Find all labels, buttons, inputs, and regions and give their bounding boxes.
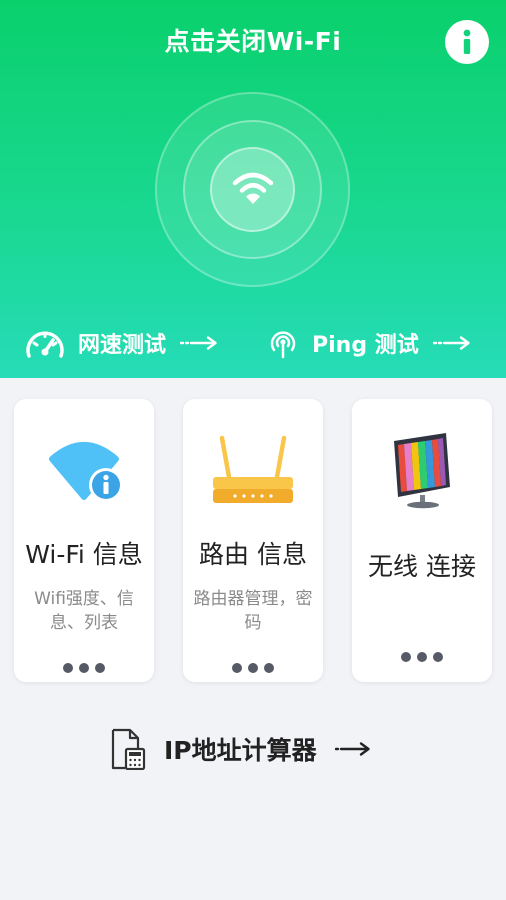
ping-test-link[interactable]: Ping 测试 xyxy=(266,322,471,364)
wifi-toggle-button[interactable] xyxy=(210,147,295,232)
arrow-right-icon xyxy=(432,335,471,351)
calculator-document-icon xyxy=(111,728,146,770)
arrow-right-icon xyxy=(180,335,218,351)
card-description: 路由器管理，密码 xyxy=(193,589,313,633)
ping-signal-icon xyxy=(270,331,296,359)
card-description: Wifi强度、信息、列表 xyxy=(34,589,134,633)
speed-test-label: 网速测试 xyxy=(78,333,167,358)
speedometer-icon xyxy=(26,331,64,358)
more-dots-icon xyxy=(14,663,154,673)
card-title: 路由 信息 xyxy=(199,540,307,569)
ping-test-label: Ping 测试 xyxy=(312,333,419,358)
card-title: Wi-Fi 信息 xyxy=(25,540,143,569)
quick-actions-row: 网速测试 Ping 测试 xyxy=(0,322,506,364)
wireless-connect-card[interactable]: 无线 连接 xyxy=(352,399,492,682)
router-icon xyxy=(183,435,323,505)
monitor-icon xyxy=(352,431,492,509)
ip-calculator-label: IP地址计算器 xyxy=(164,736,317,765)
speed-test-link[interactable]: 网速测试 xyxy=(24,322,218,364)
wifi-info-icon xyxy=(14,437,154,503)
info-icon xyxy=(463,29,471,54)
router-info-card[interactable]: 路由 信息 路由器管理，密码 xyxy=(183,399,323,682)
info-button[interactable] xyxy=(445,20,489,64)
ip-calculator-link[interactable]: IP地址计算器 xyxy=(110,726,371,772)
more-dots-icon xyxy=(352,652,492,662)
wifi-icon xyxy=(232,172,273,204)
hero-panel: 点击关闭Wi-Fi 网速测试 Ping 测试 xyxy=(0,0,506,378)
card-title: 无线 连接 xyxy=(368,552,476,581)
arrow-right-icon xyxy=(334,741,371,757)
page-title: 点击关闭Wi-Fi xyxy=(164,27,342,56)
more-dots-icon xyxy=(183,663,323,673)
wifi-info-card[interactable]: Wi-Fi 信息 Wifi强度、信息、列表 xyxy=(14,399,154,682)
